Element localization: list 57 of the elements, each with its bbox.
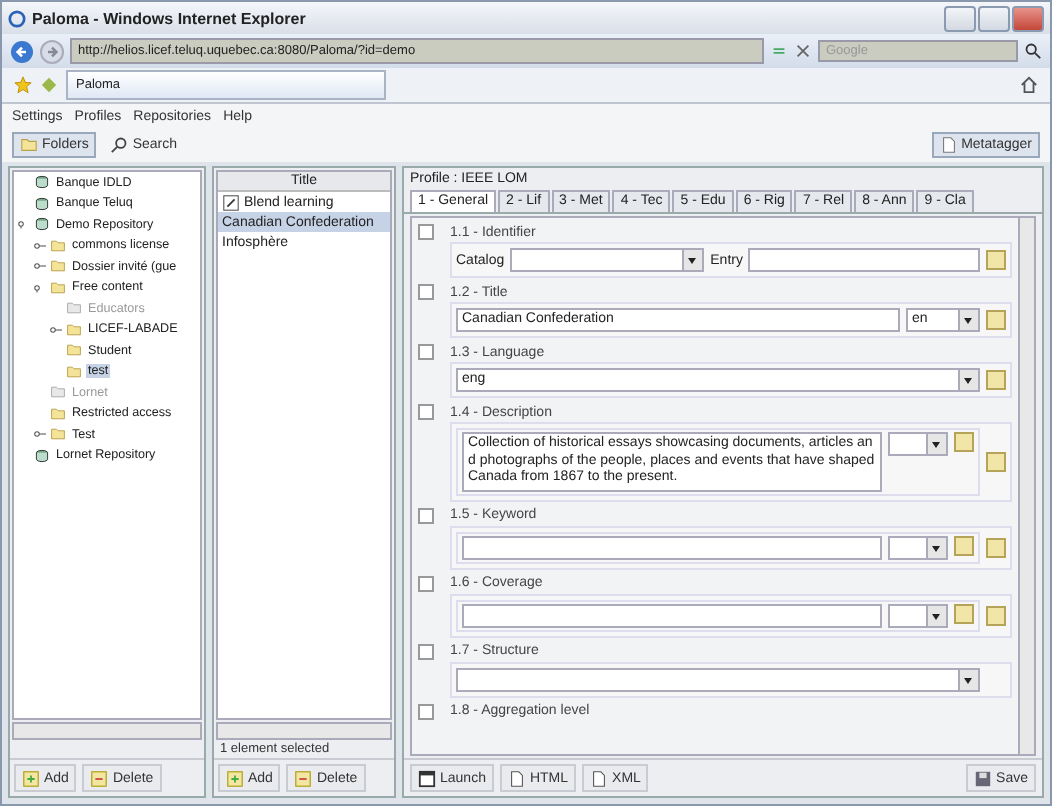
catalog-dropdown[interactable] — [510, 248, 705, 272]
stop-icon[interactable] — [794, 42, 812, 60]
horizontal-scrollbar[interactable] — [12, 722, 202, 740]
database-icon — [34, 195, 50, 212]
collapse-button[interactable] — [418, 703, 434, 719]
collapse-button[interactable] — [418, 507, 434, 523]
delete-icon — [294, 769, 313, 787]
search-icon — [110, 136, 129, 154]
expand-handle-icon[interactable] — [34, 428, 46, 441]
add-favorite-icon[interactable] — [40, 76, 58, 94]
expand-handle-icon[interactable] — [34, 239, 46, 252]
maximize-button[interactable] — [978, 5, 1010, 31]
collapse-button[interactable] — [418, 344, 434, 360]
link-icon — [222, 193, 240, 211]
expand-handle-icon[interactable] — [34, 281, 46, 294]
window-icon — [418, 769, 436, 787]
add-button[interactable] — [986, 310, 1006, 330]
language-dropdown[interactable] — [888, 535, 948, 559]
expand-handle-icon[interactable] — [50, 323, 62, 336]
language-dropdown[interactable] — [888, 432, 948, 456]
database-icon — [34, 447, 50, 464]
value-dropdown[interactable] — [456, 667, 980, 691]
add-button[interactable] — [986, 451, 1006, 472]
database-icon — [34, 174, 50, 191]
language-dropdown[interactable] — [888, 603, 948, 627]
entry-field[interactable] — [748, 248, 980, 272]
collapse-button[interactable] — [418, 643, 434, 659]
text-field[interactable] — [462, 535, 882, 559]
horizontal-scrollbar[interactable] — [216, 722, 392, 740]
collapse-button[interactable] — [418, 224, 434, 240]
text-field[interactable] — [462, 603, 882, 627]
vertical-scrollbar[interactable] — [1018, 218, 1034, 754]
collapse-button[interactable] — [418, 284, 434, 300]
database-icon — [34, 216, 50, 233]
add-icon — [226, 769, 244, 787]
window-title: Paloma - Windows Internet Explorer — [32, 9, 306, 27]
folder-icon — [20, 136, 38, 154]
home-icon[interactable] — [1020, 76, 1038, 94]
minimize-button[interactable] — [944, 5, 976, 31]
collapse-button[interactable] — [418, 575, 434, 591]
delete-icon — [90, 769, 109, 787]
expand-handle-icon[interactable] — [34, 260, 46, 273]
close-button[interactable] — [1012, 5, 1044, 31]
add-button[interactable] — [986, 250, 1006, 270]
add-button[interactable] — [954, 432, 974, 452]
search-icon[interactable] — [1024, 42, 1042, 60]
document-icon — [507, 769, 526, 787]
expand-handle-icon[interactable] — [18, 218, 30, 231]
back-icon[interactable] — [10, 39, 34, 63]
browser-logo-icon — [8, 9, 26, 27]
add-icon — [22, 769, 40, 787]
add-button[interactable] — [986, 370, 1006, 390]
document-icon — [590, 769, 609, 787]
star-icon[interactable] — [14, 76, 32, 94]
collapse-button[interactable] — [418, 404, 434, 420]
forward-icon[interactable] — [40, 39, 64, 63]
document-icon — [939, 136, 958, 154]
